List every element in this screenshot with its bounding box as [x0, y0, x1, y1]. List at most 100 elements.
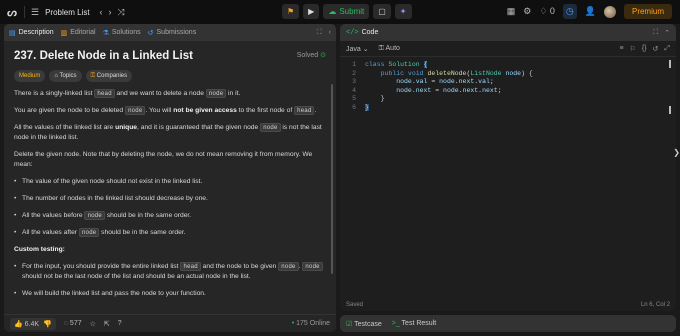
inline-code: node [205, 89, 227, 98]
list-item: For the input, you should provide the en… [14, 262, 326, 282]
code-tab[interactable]: Code [362, 29, 379, 36]
timer-icon[interactable]: ◷ [562, 4, 577, 19]
inline-code: node [260, 123, 281, 132]
test-panel-bar: ☑ Testcase >_ Test Result [340, 315, 676, 332]
comments-button[interactable]: ◌ 577 [64, 320, 82, 327]
variable: val [478, 78, 490, 85]
tab-solutions[interactable]: ⚗ Solutions [103, 29, 141, 37]
language-select[interactable]: Java ⌄ [346, 45, 369, 53]
scrollbar[interactable] [669, 60, 671, 68]
tab-test-result[interactable]: >_ Test Result [392, 320, 436, 327]
chevron-left-icon[interactable]: ‹ [100, 7, 103, 17]
section-heading: Custom testing: [14, 245, 326, 255]
panel-controls: ⛶ ⌃ [653, 29, 670, 37]
scrollbar[interactable] [331, 84, 333, 274]
code-panel: </> Code ⛶ ⌃ Java ⌄ ⚿ Auto ≡ ⚐ {} ↺ ⤢ 1 … [340, 24, 676, 311]
line-number: 3 [352, 78, 356, 85]
save-status: Saved [346, 302, 364, 308]
brace: { [423, 61, 428, 68]
chevron-right-icon[interactable]: › [109, 7, 112, 17]
list-icon[interactable]: ☰ [31, 7, 39, 18]
language-value: Java [346, 45, 361, 53]
code-icon: </> [346, 28, 359, 37]
debug-button[interactable]: ⚑ [282, 4, 300, 19]
tab-editorial[interactable]: ▥ Editorial [61, 29, 96, 37]
favorite-star-icon[interactable]: ☆ [90, 320, 96, 328]
submit-button[interactable]: ☁ Submit [323, 4, 370, 19]
history-icon: ↺ [147, 29, 154, 37]
code-line[interactable]: } [365, 103, 369, 113]
code-line[interactable]: node.next = node.next.next; [365, 86, 501, 96]
scrollbar[interactable] [669, 106, 671, 114]
code-line[interactable]: node.val = node.next.val; [365, 78, 494, 87]
streak-icon[interactable]: ♢ 0 [539, 6, 555, 17]
topics-button[interactable]: ⌂ Topics [49, 70, 82, 82]
maximize-icon[interactable]: ⛶ [653, 29, 658, 37]
code-line[interactable]: class Solution { [365, 61, 428, 70]
settings-icon[interactable]: ⚙ [523, 6, 531, 17]
online-count: • 175 Online [292, 320, 330, 327]
run-button[interactable]: ▶ [303, 4, 320, 19]
lock-icon: ⚿ [90, 73, 96, 79]
cursor-position: Ln 6, Col 2 [640, 302, 670, 308]
variable: next [482, 86, 498, 94]
add-user-icon[interactable]: 👤 [585, 6, 596, 17]
premium-button[interactable]: Premium [623, 4, 672, 19]
list-item: The value of the given node should not e… [14, 177, 326, 187]
avatar[interactable] [603, 5, 616, 18]
text: should be in the same order. [99, 229, 186, 236]
bookmark-icon[interactable]: ⚐ [630, 45, 636, 53]
problem-list-link[interactable]: Problem List [45, 8, 89, 17]
lock-icon: ⚿ [378, 44, 384, 52]
notes-button[interactable]: ▢ [373, 4, 391, 19]
problem-footer: 👍 6.4K 👎 ◌ 577 ☆ ⇱ ? • 175 Online [4, 314, 336, 332]
dislike-button[interactable]: 👎 [43, 320, 52, 328]
tab-description[interactable]: ▤ Description [9, 29, 54, 37]
description-panel: ▤ Description ▥ Editorial ⚗ Solutions ↺ Subm… [4, 24, 336, 332]
check-circle-icon: ⊙ [320, 52, 326, 59]
collapse-icon[interactable]: ‹ [329, 29, 331, 37]
tab-submissions[interactable]: ↺ Submissions [148, 29, 197, 37]
tab-label: Solutions [111, 29, 141, 36]
inline-code: node [302, 262, 323, 271]
text: to the first node of [236, 107, 295, 114]
companies-button[interactable]: ⚿ Companies [85, 70, 133, 82]
left-tabs: ▤ Description ▥ Editorial ⚗ Solutions ↺ Subm… [4, 24, 336, 41]
inline-code: node [124, 106, 146, 115]
text: , and it is guaranteed that the given no… [137, 124, 261, 131]
code-line[interactable]: public void deleteNode(ListNode node) { [365, 70, 533, 79]
param: node [505, 69, 522, 77]
divider [24, 6, 25, 18]
chevron-up-icon[interactable]: ⌃ [664, 29, 670, 37]
line-number: 4 [352, 86, 356, 94]
reset-icon[interactable]: ↺ [653, 45, 659, 53]
share-icon[interactable]: ⇱ [104, 320, 110, 328]
list-item: The number of nodes in the linked list s… [14, 194, 326, 204]
auto-toggle[interactable]: ⚿ Auto [379, 45, 400, 53]
braces-icon[interactable]: {} [642, 45, 647, 53]
format-icon[interactable]: ≡ [619, 45, 623, 53]
like-button[interactable]: 👍 6.4K [14, 320, 39, 328]
code-editor[interactable]: 1 class Solution { 2 public void deleteN… [340, 57, 676, 111]
fullscreen-icon[interactable]: ⤢ [664, 45, 670, 53]
shuffle-icon[interactable]: ⤨ [118, 7, 125, 18]
tag-icon: ⌂ [54, 73, 58, 79]
list-item: We will build the linked list and pass t… [14, 289, 326, 299]
help-icon[interactable]: ? [118, 320, 122, 327]
text: You are given the node to be deleted [14, 107, 125, 114]
code-tab-bar: </> Code ⛶ ⌃ [340, 24, 676, 41]
solved-label: Solved [296, 52, 319, 59]
tab-testcase[interactable]: ☑ Testcase [346, 320, 382, 328]
layout-icon[interactable]: ▦ [507, 6, 516, 17]
maximize-icon[interactable]: ⛶ [317, 29, 322, 37]
variable: node [396, 78, 412, 85]
editor-statusbar: Saved Ln 6, Col 2 [340, 299, 676, 311]
text: should be in the same order. [104, 212, 192, 219]
leetcode-logo-icon[interactable]: ᔕ [6, 6, 18, 19]
requirements-list: The value of the given node should not e… [14, 177, 326, 238]
code-line[interactable]: } [365, 95, 385, 104]
ai-button[interactable]: ✦ [394, 4, 412, 19]
line-number: 6 [352, 103, 356, 111]
text: There is a singly-linked list [14, 90, 95, 97]
comment-icon: ◌ [63, 320, 68, 327]
